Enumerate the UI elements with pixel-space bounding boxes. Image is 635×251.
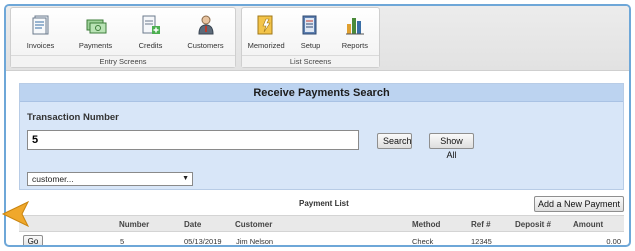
cell-number: 5 — [120, 237, 125, 246]
credits-label: Credits — [138, 41, 163, 50]
reports-label: Reports — [341, 41, 368, 50]
toolbar: Invoices Payments Credits Customers Entr… — [6, 6, 629, 71]
table-header: Number Date Customer Method Ref # Deposi… — [19, 215, 624, 232]
panel-title: Receive Payments Search — [20, 84, 623, 102]
cell-ref: 12345 — [471, 237, 492, 246]
column-header-amount: Amount — [573, 220, 604, 229]
setup-button[interactable]: Setup — [288, 8, 332, 57]
invoice-icon — [32, 15, 48, 35]
credits-button[interactable]: Credits — [125, 8, 177, 57]
payment-icon — [86, 19, 106, 34]
customers-button[interactable]: Customers — [180, 8, 232, 57]
cell-amount: 0.00 — [606, 237, 621, 246]
setup-label: Setup — [300, 41, 321, 50]
invoices-button[interactable]: Invoices — [15, 8, 67, 57]
list-screens-label: List Screens — [242, 55, 379, 67]
pointer-arrow-icon — [1, 200, 30, 228]
customers-label: Customers — [187, 41, 224, 50]
memorized-button[interactable]: Memorized — [244, 8, 288, 57]
app-frame: Invoices Payments Credits Customers Entr… — [4, 4, 631, 247]
table-row: 5 05/13/2019 Jim Nelson Check 12345 0.00 — [19, 233, 624, 246]
dropdown-arrow-icon: ▼ — [182, 175, 189, 182]
transaction-number-label: Transaction Number — [27, 112, 119, 123]
credit-icon — [142, 15, 160, 34]
column-header-customer: Customer — [235, 220, 273, 229]
cell-date: 05/13/2019 — [184, 237, 222, 246]
column-header-date: Date — [184, 220, 202, 229]
search-button[interactable]: Search — [377, 133, 412, 149]
setup-icon — [302, 15, 317, 35]
payments-label: Payments — [78, 41, 113, 50]
column-header-number: Number — [119, 220, 150, 229]
customer-select[interactable]: customer... ▼ — [27, 172, 193, 186]
invoices-label: Invoices — [26, 41, 55, 50]
memorized-icon — [257, 15, 273, 35]
payments-button[interactable]: Payments — [70, 8, 122, 57]
payment-list-title: Payment List — [299, 199, 349, 208]
cell-customer: Jim Nelson — [236, 237, 274, 246]
column-header-method: Method — [412, 220, 441, 229]
list-screens-group: Memorized Setup Reports List Screens — [241, 7, 380, 68]
column-header-ref: Ref # — [471, 220, 491, 229]
search-panel: Receive Payments Search Transaction Numb… — [19, 83, 624, 190]
cell-method: Check — [412, 237, 434, 246]
customer-icon — [197, 15, 214, 35]
column-header-deposit: Deposit # — [515, 220, 552, 229]
add-new-payment-button[interactable]: Add a New Payment — [534, 196, 624, 212]
reports-icon — [345, 18, 364, 35]
show-all-button[interactable]: Show All — [429, 133, 474, 160]
reports-button[interactable]: Reports — [333, 8, 377, 57]
entry-screens-group: Invoices Payments Credits Customers Entr… — [10, 7, 236, 68]
transaction-number-input[interactable] — [27, 130, 359, 150]
go-button[interactable]: Go — [23, 235, 43, 245]
customer-select-value: customer... — [32, 174, 74, 184]
memorized-label: Memorized — [247, 41, 285, 50]
entry-screens-label: Entry Screens — [11, 55, 235, 67]
